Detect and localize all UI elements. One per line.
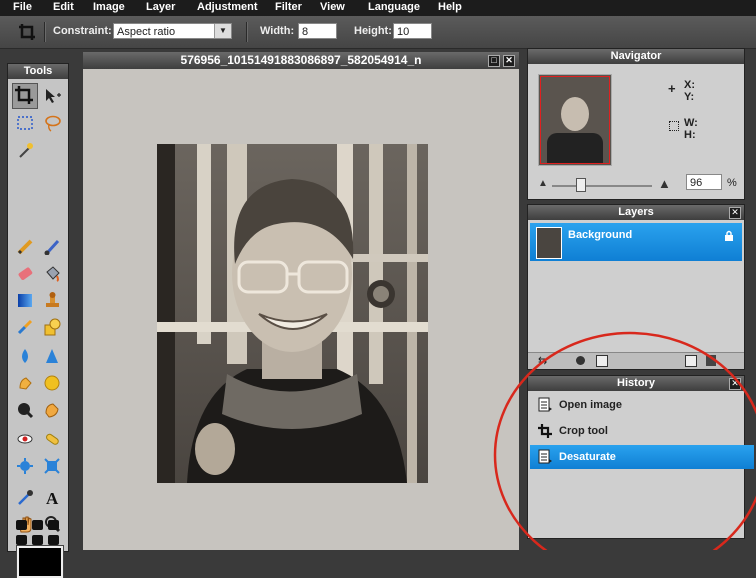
canvas-title-bar: 576956_10151491883086897_582054914_n □ ✕	[83, 52, 519, 69]
spot-heal-icon[interactable]	[43, 430, 61, 448]
pencil-icon[interactable]	[16, 237, 34, 255]
color-replace-icon[interactable]	[16, 318, 34, 336]
zoom-unit: %	[727, 177, 737, 189]
constraint-value: Aspect ratio	[117, 26, 176, 38]
menu-layer[interactable]: Layer	[146, 1, 175, 13]
height-field[interactable]: 10	[393, 23, 432, 39]
menu-image[interactable]: Image	[93, 1, 125, 13]
paint-bucket-icon[interactable]	[43, 264, 61, 282]
preset-swatch[interactable]	[48, 535, 59, 545]
preset-swatch[interactable]	[32, 535, 43, 545]
svg-text:A: A	[46, 489, 59, 506]
gradient-icon[interactable]	[16, 291, 34, 309]
foreground-color-swatch[interactable]	[16, 545, 64, 578]
drawing-icon[interactable]	[43, 318, 61, 336]
photo-canvas[interactable]	[157, 144, 428, 483]
layer-thumbnail	[536, 227, 562, 259]
menu-bar: File Edit Image Layer Adjustment Filter …	[0, 0, 756, 16]
menu-filter[interactable]: Filter	[275, 1, 302, 13]
preset-swatch[interactable]	[16, 535, 27, 545]
annotation-circle	[493, 331, 756, 550]
navigator-thumbnail[interactable]	[538, 74, 612, 166]
maximize-icon[interactable]: □	[488, 55, 500, 67]
constraint-select[interactable]: Aspect ratio ▼	[113, 23, 232, 39]
pinch-icon[interactable]	[43, 457, 61, 475]
close-icon[interactable]: ✕	[503, 55, 515, 67]
close-icon[interactable]: ✕	[729, 207, 741, 219]
tool-presets	[16, 520, 66, 550]
zoom-in-icon[interactable]: ▲	[658, 176, 671, 191]
thumbnail-face	[561, 97, 589, 131]
red-eye-icon[interactable]	[16, 430, 34, 448]
color-picker-icon[interactable]	[16, 488, 34, 506]
brush-icon[interactable]	[43, 237, 61, 255]
crop-tool-button[interactable]	[12, 83, 38, 109]
tools-panel: Tools A	[7, 63, 69, 578]
width-field[interactable]: 8	[298, 23, 337, 39]
eraser-icon[interactable]	[16, 264, 34, 282]
crosshair-icon: +	[668, 81, 676, 96]
height-label: Height:	[354, 25, 392, 37]
constraint-label: Constraint:	[53, 25, 112, 37]
dodge-icon[interactable]	[16, 401, 34, 419]
chevron-down-icon[interactable]: ▼	[214, 24, 231, 38]
menu-edit[interactable]: Edit	[53, 1, 74, 13]
navigator-title: Navigator	[528, 49, 744, 64]
w-label: W:	[684, 117, 698, 129]
preset-swatch[interactable]	[48, 520, 59, 530]
preset-swatch[interactable]	[16, 520, 27, 530]
text-tool-icon[interactable]: A	[43, 488, 61, 506]
smudge-icon[interactable]	[16, 374, 34, 392]
menu-view[interactable]: View	[320, 1, 345, 13]
zoom-slider-handle[interactable]	[576, 178, 586, 192]
crop-icon	[15, 86, 33, 104]
separator	[246, 22, 248, 42]
zoom-out-icon[interactable]: ▲	[538, 178, 548, 189]
layers-title: Layers	[528, 205, 744, 220]
y-label: Y:	[684, 91, 695, 103]
clone-stamp-icon[interactable]	[43, 291, 61, 309]
blur-icon[interactable]	[16, 347, 34, 365]
menu-help[interactable]: Help	[438, 1, 462, 13]
thumbnail-body	[547, 133, 603, 163]
width-label: Width:	[260, 25, 295, 37]
h-label: H:	[684, 129, 696, 141]
tool-options-bar: Constraint: Aspect ratio ▼ Width: 8 Heig…	[0, 16, 756, 49]
bloat-icon[interactable]	[16, 457, 34, 475]
separator	[44, 22, 46, 42]
lock-icon	[725, 230, 733, 241]
zoom-slider-track[interactable]	[552, 185, 652, 187]
layer-row[interactable]: Background	[530, 223, 742, 261]
layer-name: Background	[568, 229, 633, 241]
zoom-field[interactable]: 96	[686, 174, 722, 190]
preset-swatch[interactable]	[32, 520, 43, 530]
menu-language[interactable]: Language	[368, 1, 420, 13]
marquee-icon[interactable]	[16, 114, 34, 132]
move-icon[interactable]	[43, 87, 61, 105]
tools-panel-title: Tools	[8, 64, 68, 79]
x-label: X:	[684, 79, 695, 91]
canvas-title: 576956_10151491883086897_582054914_n	[180, 53, 422, 67]
menu-adjustment[interactable]: Adjustment	[197, 1, 258, 13]
navigator-panel: Navigator + X: Y: W: H: ▲ ▲ 96 %	[527, 48, 745, 200]
crop-tool-icon	[19, 24, 35, 40]
menu-file[interactable]: File	[13, 1, 32, 13]
size-icon	[669, 121, 679, 131]
sharpen-icon[interactable]	[43, 347, 61, 365]
magic-wand-icon[interactable]	[16, 141, 34, 159]
sponge-icon[interactable]	[43, 374, 61, 392]
burn-icon[interactable]	[43, 401, 61, 419]
lasso-icon[interactable]	[43, 114, 61, 132]
